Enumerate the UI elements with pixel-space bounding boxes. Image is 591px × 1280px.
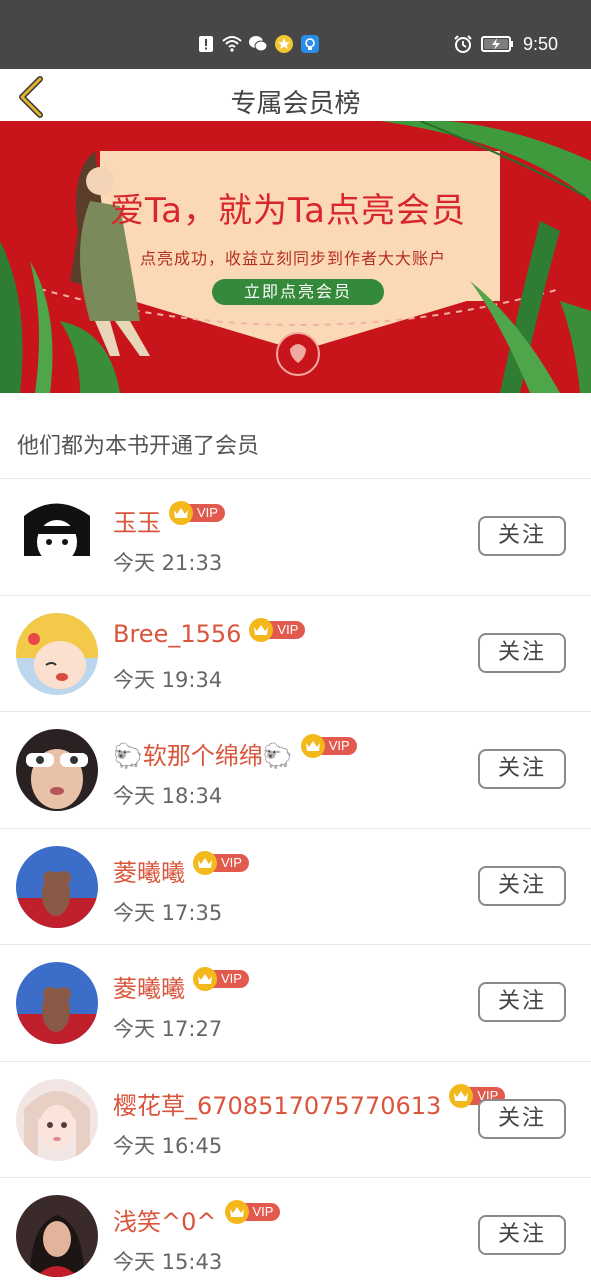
crown-icon: [169, 501, 193, 525]
star-icon: [275, 35, 293, 53]
avatar[interactable]: [16, 729, 98, 811]
member-time: 今天 16:45: [113, 1133, 223, 1158]
crown-icon: [300, 734, 325, 758]
member-time: 今天 17:35: [113, 900, 223, 925]
member-time: 今天 15:43: [113, 1250, 223, 1274]
avatar[interactable]: [16, 612, 98, 695]
crown-icon: [193, 850, 217, 875]
follow-button[interactable]: 关注: [478, 982, 566, 1022]
avatar[interactable]: [16, 845, 98, 928]
avatar[interactable]: [16, 1195, 98, 1277]
avatar[interactable]: [16, 962, 98, 1044]
member-name[interactable]: Bree_1556 VIP: [113, 617, 306, 648]
vip-badge: VIP: [249, 617, 306, 642]
wechat-icon: [249, 36, 268, 52]
member-time: 今天 21:33: [113, 551, 223, 575]
banner-subtitle: 点亮成功，收益立刻同步到作者大大账户: [140, 249, 447, 268]
follow-button[interactable]: 关注: [478, 749, 566, 789]
alert-icon: [199, 36, 213, 52]
bulb-icon: [301, 35, 319, 53]
banner-headline: 爱Ta，就为Ta点亮会员: [110, 191, 466, 231]
alarm-icon: [454, 35, 472, 53]
crown-icon: [449, 1083, 474, 1108]
list-item: 浅笑^0^ VIP 今天 15:43 关注: [0, 1178, 591, 1280]
list-item: Bree_1556 VIP 今天 19:34 关注: [0, 596, 591, 712]
page-title: 专属会员榜: [230, 89, 361, 119]
vip-badge: VIP: [193, 967, 249, 991]
avatar[interactable]: [16, 496, 98, 578]
list-item: 玉玉 VIP 今天 21:33 关注: [0, 479, 591, 596]
wifi-icon: [222, 36, 242, 52]
member-list: 玉玉 VIP 今天 21:33 关注 Bree_1556 VIP 今天 19:34 …: [0, 479, 591, 1280]
vip-badge: VIP: [169, 501, 225, 525]
list-item: 樱花草_6708517075770613 VIP 今天 16:45 关注: [0, 1062, 591, 1178]
status-time: 9:50: [522, 33, 558, 54]
follow-button[interactable]: 关注: [478, 516, 566, 556]
list-item: 菱曦曦 VIP 今天 17:27 关注: [0, 945, 591, 1062]
vip-badge: VIP: [300, 734, 357, 758]
member-time: 今天 17:27: [113, 1017, 223, 1041]
app-header: 专属会员榜: [0, 69, 591, 121]
member-name[interactable]: 樱花草_6708517075770613 VIP: [113, 1083, 506, 1121]
status-icons-right: 9:50: [453, 31, 558, 57]
list-item: 菱曦曦 VIP 今天 17:35 关注: [0, 829, 591, 945]
crown-icon: [193, 967, 217, 991]
member-name[interactable]: 浅笑^0^ VIP: [113, 1200, 281, 1237]
light-up-membership-button[interactable]: 立即点亮会员: [212, 279, 384, 305]
member-name[interactable]: 菱曦曦 VIP: [113, 850, 249, 888]
crown-icon: [249, 617, 274, 642]
battery-charging-icon: [480, 36, 513, 52]
follow-button[interactable]: 关注: [478, 865, 566, 906]
member-time: 今天 19:34: [113, 667, 223, 692]
avatar[interactable]: [16, 1078, 98, 1161]
vip-badge: VIP: [193, 850, 249, 875]
status-bar: 9:50: [0, 0, 591, 69]
crown-icon: [224, 1200, 249, 1224]
section-heading: 他们都为本书开通了会员: [17, 434, 260, 459]
vip-badge: VIP: [224, 1200, 281, 1224]
promo-banner[interactable]: 爱Ta，就为Ta点亮会员 点亮成功，收益立刻同步到作者大大账户 立即点亮会员: [0, 121, 591, 393]
list-item: 🐑软那个绵绵🐑 VIP 今天 18:34 关注: [0, 712, 591, 829]
follow-button[interactable]: 关注: [478, 1215, 566, 1255]
follow-button[interactable]: 关注: [478, 1098, 566, 1139]
member-name[interactable]: 🐑软那个绵绵🐑 VIP: [113, 734, 357, 771]
member-time: 今天 18:34: [113, 784, 223, 808]
status-icons-left: [196, 31, 320, 57]
member-name[interactable]: 菱曦曦 VIP: [113, 967, 249, 1004]
member-name[interactable]: 玉玉 VIP: [113, 501, 225, 538]
follow-button[interactable]: 关注: [478, 632, 566, 673]
